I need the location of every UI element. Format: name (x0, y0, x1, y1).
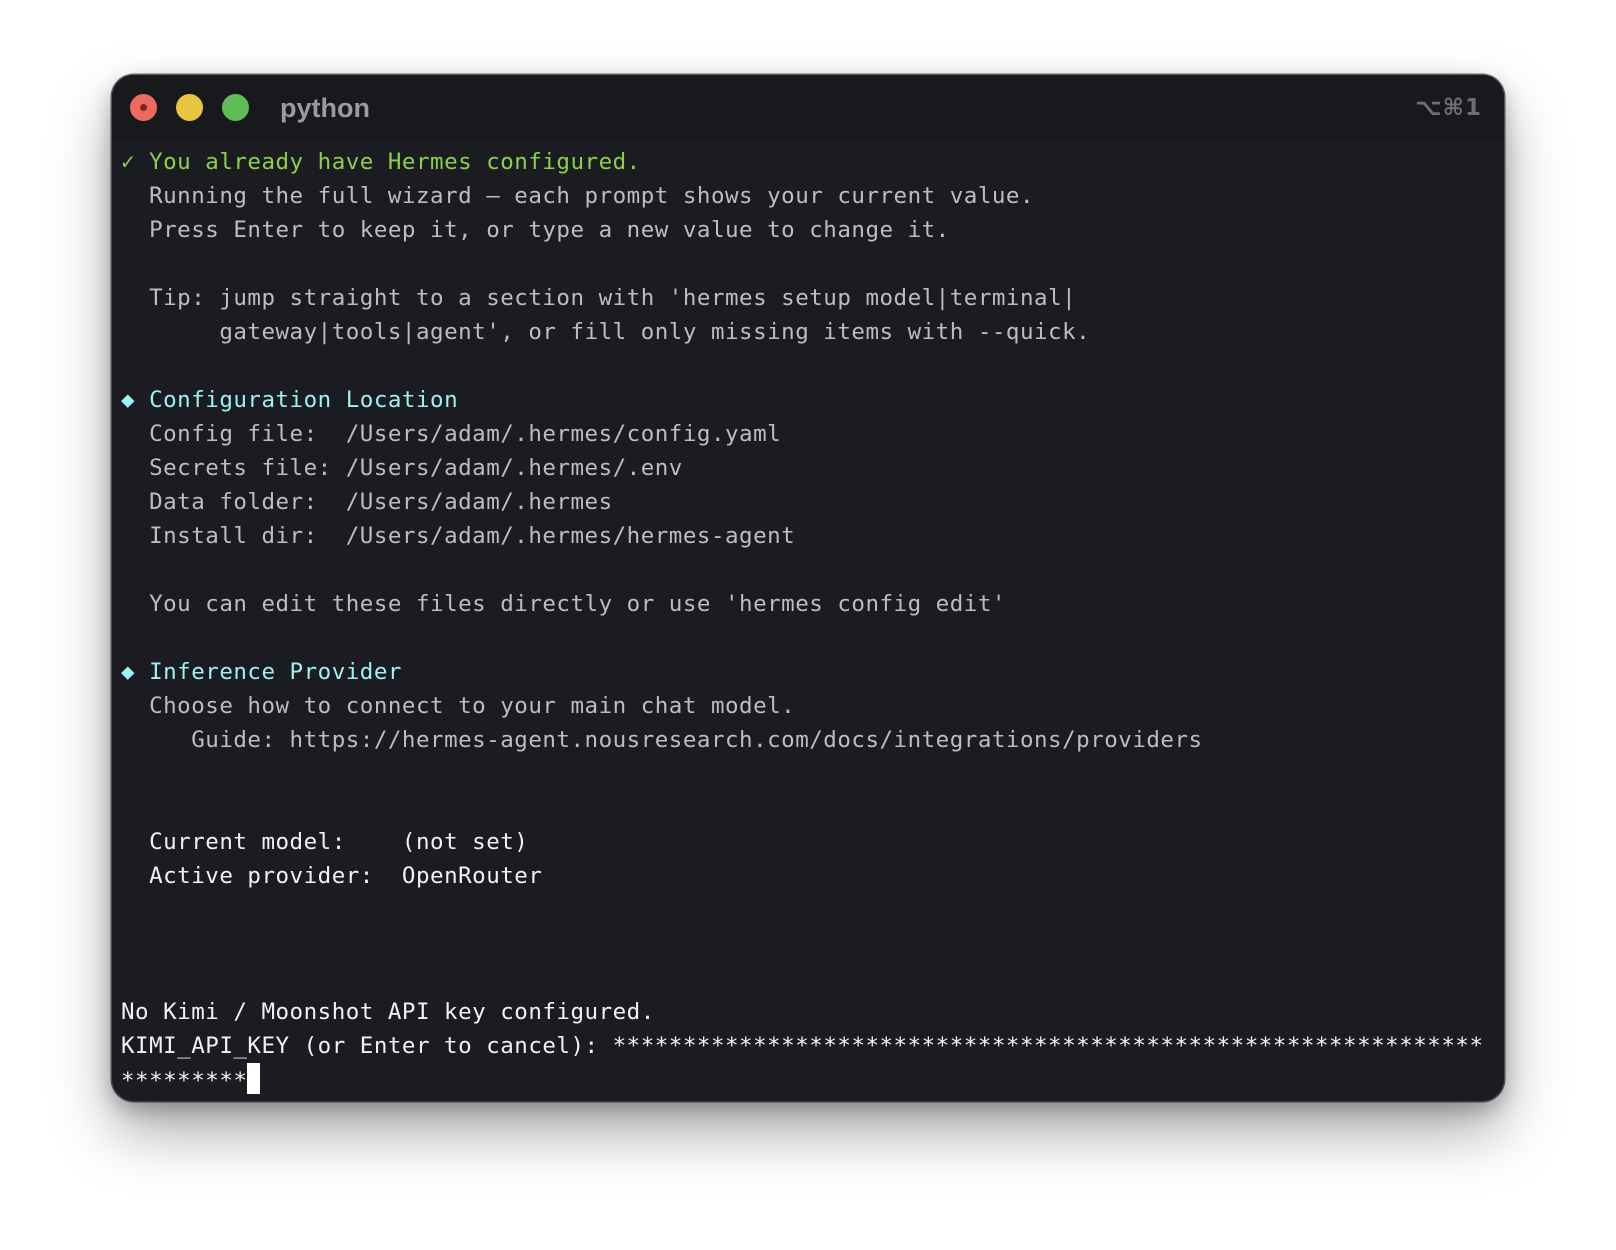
data-folder-line: Data folder: /Users/adam/.hermes (121, 485, 1500, 519)
wizard-line-1: Running the full wizard — each prompt sh… (121, 179, 1500, 213)
text-cursor (247, 1063, 261, 1094)
tip-text-1: Tip: jump straight to a section with 'he… (149, 285, 1077, 311)
api-key-masked-input[interactable]: ****************************************… (613, 1033, 1484, 1059)
config-heading: Configuration Location (149, 387, 459, 413)
wizard-text-1: Running the full wizard — each prompt sh… (149, 183, 1035, 209)
no-key-line: No Kimi / Moonshot API key configured. (121, 995, 1500, 1029)
provider-heading: Inference Provider (149, 659, 402, 685)
api-key-continuation-line[interactable]: ********* (121, 1063, 1500, 1097)
maximize-window-button[interactable] (222, 94, 249, 121)
secrets-file-text: Secrets file: /Users/adam/.hermes/.env (149, 455, 683, 481)
current-model-line: Current model: (not set) (121, 825, 1500, 859)
minimize-window-button[interactable] (176, 94, 203, 121)
edit-hint-line: You can edit these files directly or use… (121, 587, 1500, 621)
window-shortcut: ⌥⌘1 (1415, 95, 1482, 121)
provider-desc-text: Choose how to connect to your main chat … (149, 693, 796, 719)
window-title: python (280, 93, 370, 123)
active-provider-line: Active provider: OpenRouter (121, 859, 1500, 893)
check-icon: ✓ (121, 149, 136, 175)
close-window-button[interactable] (130, 94, 157, 121)
tip-line-2: gateway|tools|agent', or fill only missi… (121, 315, 1500, 349)
provider-heading-line: ◆ Inference Provider (121, 655, 1500, 689)
wizard-line-2: Press Enter to keep it, or type a new va… (121, 213, 1500, 247)
configured-text: You already have Hermes configured. (149, 149, 641, 175)
install-dir-line: Install dir: /Users/adam/.hermes/hermes-… (121, 519, 1500, 553)
no-key-text: No Kimi / Moonshot API key configured. (121, 999, 655, 1025)
api-key-masked-input-continued[interactable]: ********* (121, 1068, 247, 1094)
tip-line-1: Tip: jump straight to a section with 'he… (121, 281, 1500, 315)
api-key-prompt-line[interactable]: KIMI_API_KEY (or Enter to cancel): *****… (121, 1029, 1500, 1063)
edit-hint-text: You can edit these files directly or use… (149, 591, 1006, 617)
guide-line: Guide: https://hermes-agent.nousresearch… (121, 723, 1500, 757)
api-key-prompt-label: KIMI_API_KEY (or Enter to cancel): (121, 1033, 613, 1059)
diamond-icon: ◆ (121, 659, 136, 685)
diamond-icon: ◆ (121, 387, 136, 413)
terminal-output[interactable]: ✓ You already have Hermes configured. Ru… (121, 145, 1500, 1097)
current-model-text: Current model: (not set) (149, 829, 529, 855)
secrets-file-line: Secrets file: /Users/adam/.hermes/.env (121, 451, 1500, 485)
tip-text-2: gateway|tools|agent', or fill only missi… (219, 319, 1091, 345)
config-file-line: Config file: /Users/adam/.hermes/config.… (121, 417, 1500, 451)
install-dir-text: Install dir: /Users/adam/.hermes/hermes-… (149, 523, 796, 549)
wizard-text-2: Press Enter to keep it, or type a new va… (149, 217, 950, 243)
terminal-window: python ⌥⌘1 ✓ You already have Hermes con… (112, 75, 1504, 1101)
active-provider-text: Active provider: OpenRouter (149, 863, 543, 889)
config-heading-line: ◆ Configuration Location (121, 383, 1500, 417)
guide-text: Guide: https://hermes-agent.nousresearch… (191, 727, 1203, 753)
configured-line: ✓ You already have Hermes configured. (121, 145, 1500, 179)
provider-desc-line: Choose how to connect to your main chat … (121, 689, 1500, 723)
config-file-text: Config file: /Users/adam/.hermes/config.… (149, 421, 782, 447)
data-folder-text: Data folder: /Users/adam/.hermes (149, 489, 613, 515)
title-bar: python ⌥⌘1 (112, 75, 1504, 141)
